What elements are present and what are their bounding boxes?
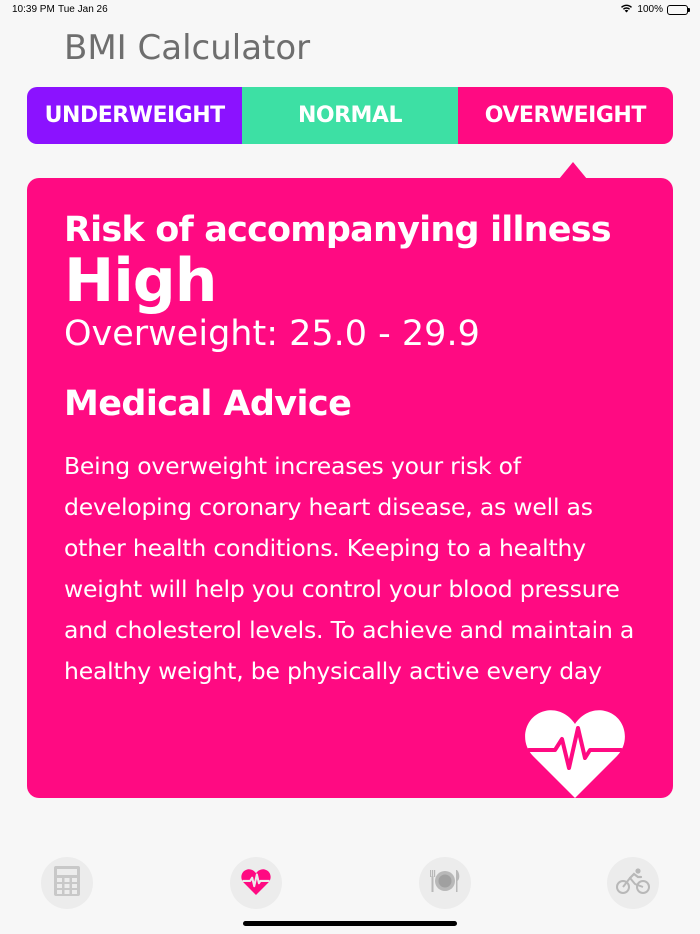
risk-value: High — [64, 246, 217, 316]
advice-text[interactable]: Being overweight increases your risk of … — [64, 446, 644, 696]
wifi-icon — [620, 3, 633, 16]
bmi-category-segmented-control: UNDERWEIGHT NORMAL OVERWEIGHT — [27, 87, 673, 144]
segment-overweight[interactable]: OVERWEIGHT — [457, 87, 673, 144]
heart-pulse-icon — [525, 706, 625, 798]
category-detail-card: Risk of accompanying illness High Overwe… — [27, 178, 673, 798]
advice-heading: Medical Advice — [64, 384, 352, 424]
status-time: 10:39 PM — [12, 4, 55, 15]
selection-pointer — [559, 162, 587, 179]
segment-underweight[interactable]: UNDERWEIGHT — [27, 87, 243, 144]
status-right: 100% — [620, 3, 690, 16]
tab-bar — [0, 850, 700, 920]
bmi-range: Overweight: 25.0 - 29.9 — [64, 314, 480, 354]
plate-utensils-icon — [429, 869, 461, 897]
cyclist-icon — [616, 868, 650, 898]
tab-exercise[interactable] — [607, 857, 659, 909]
calculator-icon — [54, 866, 80, 900]
tab-health[interactable] — [230, 857, 282, 909]
tab-diet[interactable] — [419, 857, 471, 909]
segment-normal[interactable]: NORMAL — [242, 87, 458, 144]
battery-percent: 100% — [637, 4, 663, 15]
tab-calculator[interactable] — [41, 857, 93, 909]
home-indicator — [243, 921, 457, 926]
status-date: Tue Jan 26 — [58, 4, 108, 15]
page-title: BMI Calculator — [64, 28, 311, 68]
heart-pulse-icon — [241, 868, 271, 899]
status-bar: 10:39 PM Tue Jan 26 100% — [0, 0, 700, 20]
battery-icon — [667, 4, 690, 15]
